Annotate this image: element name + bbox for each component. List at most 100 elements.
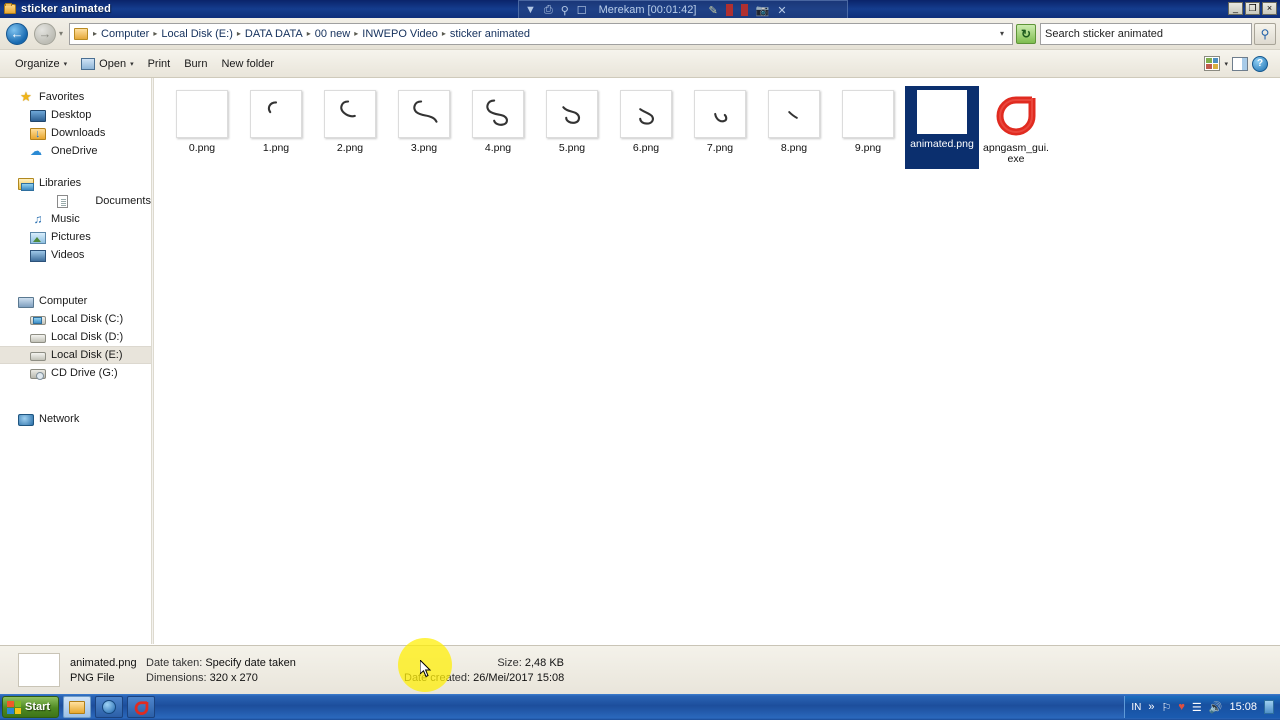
sidebar-label: Pictures <box>51 231 91 243</box>
taskbar-item-browser[interactable] <box>95 696 124 718</box>
sidebar-label: Computer <box>39 295 88 307</box>
taskbar-item-explorer[interactable] <box>63 696 92 718</box>
print-button[interactable]: Print <box>141 55 178 73</box>
breadcrumb-item-inwepo-video[interactable]: INWEPO Video <box>359 26 441 42</box>
file-name: 5.png <box>558 142 586 154</box>
dimensions-label: Dimensions: <box>146 671 207 684</box>
date-created-value: 26/Mei/2017 15:08 <box>473 671 565 684</box>
new-folder-button[interactable]: New folder <box>214 55 281 73</box>
close-button[interactable]: × <box>1262 2 1277 15</box>
change-view-icon[interactable] <box>1204 56 1221 71</box>
file-item[interactable]: 6.png <box>609 86 683 169</box>
file-item[interactable]: 8.png <box>757 86 831 169</box>
help-icon[interactable]: ? <box>1252 55 1268 72</box>
taskbar-item-apngasm[interactable] <box>127 696 156 718</box>
pencil-icon[interactable]: ✎ <box>708 4 717 17</box>
sidebar-label: Desktop <box>51 109 92 121</box>
refresh-button[interactable]: ↻ <box>1016 23 1036 44</box>
open-button[interactable]: Open ▾ <box>74 55 140 73</box>
open-label: Open <box>99 57 127 70</box>
navigation-pane[interactable]: ★ Favorites Desktop Downloads ☁ OneDrive… <box>0 78 151 644</box>
apngasm-logo-icon <box>996 96 1036 136</box>
file-name: 0.png <box>188 142 216 154</box>
recording-status: Merekam [00:01:42] <box>598 4 697 16</box>
close-icon[interactable]: ✕ <box>777 4 786 17</box>
forward-button[interactable]: → <box>34 22 56 45</box>
search-input[interactable]: Search sticker animated <box>1040 22 1252 45</box>
antivirus-icon[interactable]: ♥ <box>1178 701 1185 713</box>
breadcrumb-item-computer[interactable]: Computer <box>98 26 152 42</box>
file-item[interactable]: 5.png <box>535 86 609 169</box>
address-dropdown-icon[interactable]: ▾ <box>994 29 1010 38</box>
show-desktop-icon[interactable] <box>1264 700 1274 714</box>
breadcrumb-folder-icon <box>74 27 89 40</box>
breadcrumb-item-local-disk-e[interactable]: Local Disk (E:) <box>158 26 236 42</box>
file-item[interactable]: 1.png <box>239 86 313 169</box>
file-item[interactable]: 3.png <box>387 86 461 169</box>
thumbnail <box>472 90 524 138</box>
chevron-down-icon[interactable]: ▼ <box>525 4 536 16</box>
sidebar-item-videos[interactable]: Videos <box>0 246 151 264</box>
recent-pages-icon[interactable]: ▾ <box>59 29 63 38</box>
file-item-selected[interactable]: animated.png <box>905 86 979 169</box>
sidebar-group-computer[interactable]: Computer <box>0 292 151 310</box>
minimize-button[interactable]: _ <box>1228 2 1243 15</box>
burn-button[interactable]: Burn <box>177 55 214 73</box>
network-icon[interactable]: ☰ <box>1192 701 1202 714</box>
show-hidden-icons-icon[interactable]: » <box>1148 701 1154 713</box>
start-label: Start <box>25 701 51 713</box>
breadcrumb[interactable]: ▸ Computer ▸ Local Disk (E:) ▸ DATA DATA… <box>69 22 1013 45</box>
camera-icon[interactable]: 📷 <box>756 4 770 17</box>
file-item[interactable]: 9.png <box>831 86 905 169</box>
flag-icon[interactable]: ⚐ <box>1161 701 1171 714</box>
sidebar-item-local-disk-d[interactable]: Local Disk (D:) <box>0 328 151 346</box>
organize-label: Organize <box>15 57 60 70</box>
file-item[interactable]: 0.png <box>165 86 239 169</box>
sidebar-label: OneDrive <box>51 145 98 157</box>
stop-icon[interactable] <box>740 4 748 16</box>
breadcrumb-item-sticker-animated[interactable]: sticker animated <box>447 26 533 42</box>
pane-splitter[interactable] <box>151 78 154 644</box>
window-icon[interactable]: ⎙ <box>544 4 553 17</box>
sidebar-item-local-disk-e[interactable]: Local Disk (E:) <box>0 346 151 364</box>
sidebar-item-local-disk-c[interactable]: Local Disk (C:) <box>0 310 151 328</box>
sidebar-item-network[interactable]: Network <box>0 410 151 428</box>
date-taken-value[interactable]: Specify date taken <box>205 657 296 669</box>
file-list-view[interactable]: 0.png 1.png 2.png 3.png 4.png 5.png 6.pn… <box>155 78 1280 644</box>
volume-icon[interactable]: 🔊 <box>1209 701 1223 714</box>
chevron-down-icon[interactable]: ▾ <box>1224 60 1228 68</box>
sidebar-item-desktop[interactable]: Desktop <box>0 106 151 124</box>
maximize-button[interactable]: ❐ <box>1245 2 1260 15</box>
sidebar-item-documents[interactable]: Documents <box>0 192 151 210</box>
search-icon[interactable]: ⚲ <box>1254 22 1276 45</box>
region-icon[interactable]: ☐ <box>577 4 587 17</box>
screen-recorder-toolbar[interactable]: ▼ ⎙ ⚲ ☐ Merekam [00:01:42] ✎ 📷 ✕ <box>518 0 848 20</box>
pause-icon[interactable] <box>725 4 733 16</box>
magnifier-icon[interactable]: ⚲ <box>561 4 569 17</box>
organize-button[interactable]: Organize ▾ <box>8 55 74 73</box>
back-button[interactable]: ← <box>6 22 28 45</box>
language-indicator[interactable]: IN <box>1131 702 1141 713</box>
size-value: 2,48 KB <box>524 656 564 669</box>
cloud-icon: ☁ <box>30 144 42 158</box>
breadcrumb-item-00-new[interactable]: 00 new <box>312 26 353 42</box>
file-item[interactable]: 2.png <box>313 86 387 169</box>
sidebar-group-favorites[interactable]: ★ Favorites <box>0 88 151 106</box>
thumbnail <box>768 90 820 138</box>
sidebar-label: Libraries <box>39 177 82 189</box>
clock[interactable]: 15:08 <box>1229 701 1257 713</box>
breadcrumb-item-data-data[interactable]: DATA DATA <box>242 26 306 42</box>
sidebar-group-libraries[interactable]: Libraries <box>0 174 151 192</box>
file-item[interactable]: 4.png <box>461 86 535 169</box>
preview-pane-icon[interactable] <box>1232 56 1248 71</box>
sidebar-item-onedrive[interactable]: ☁ OneDrive <box>0 142 151 160</box>
file-name: 6.png <box>632 142 660 154</box>
sidebar-label: Music <box>51 213 80 225</box>
sidebar-item-cd-drive-g[interactable]: CD Drive (G:) <box>0 364 151 382</box>
file-item[interactable]: apngasm_gui.exe <box>979 86 1053 169</box>
sidebar-item-downloads[interactable]: Downloads <box>0 124 151 142</box>
start-button[interactable]: Start <box>2 696 60 718</box>
file-item[interactable]: 7.png <box>683 86 757 169</box>
sidebar-item-pictures[interactable]: Pictures <box>0 228 151 246</box>
sidebar-item-music[interactable]: ♫ Music <box>0 210 151 228</box>
